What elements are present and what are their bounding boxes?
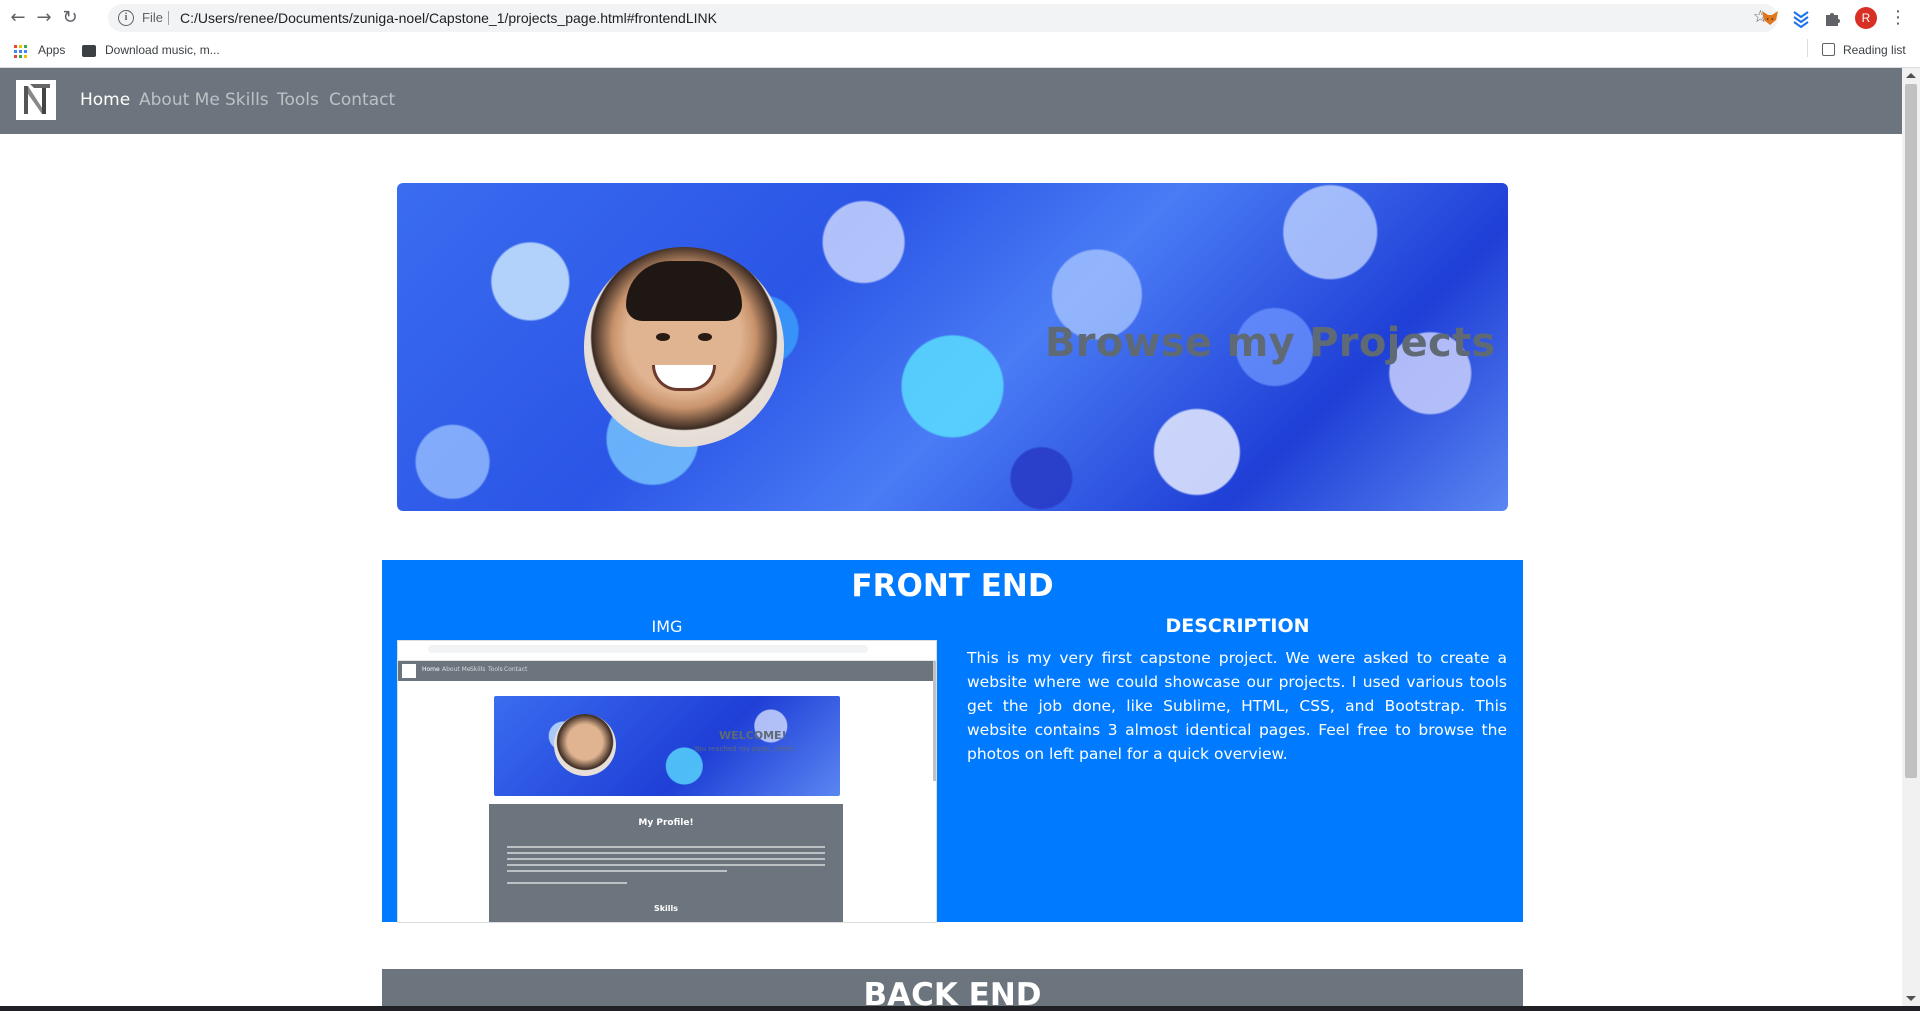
thumbnail-skills-title: Skills <box>653 904 679 913</box>
n-logo-icon <box>24 84 50 114</box>
project-description: This is my very first capstone project. … <box>967 649 1507 763</box>
nav-link-home[interactable]: Home <box>80 90 130 110</box>
scroll-up-arrow-icon[interactable] <box>1906 73 1916 78</box>
hero-banner: Browse my Projects <box>397 183 1508 511</box>
thumbnail-avatar <box>554 714 616 776</box>
thumbnail-browser-bar <box>398 641 936 661</box>
back-arrow-icon[interactable]: ← <box>6 6 30 30</box>
forward-arrow-icon[interactable]: → <box>32 6 56 30</box>
puzzle-extensions-icon[interactable] <box>1822 8 1842 28</box>
thumbnail-scrollbar <box>933 661 936 781</box>
nav-link-about[interactable]: About Me <box>139 90 220 110</box>
front-end-section: FRONT END IMG DESCRIPTION This is my ver… <box>382 560 1523 923</box>
hero-title: Browse my Projects <box>1045 320 1496 366</box>
reload-icon[interactable]: ↻ <box>58 6 82 30</box>
fox-extension-icon[interactable] <box>1760 8 1780 28</box>
img-column-label: IMG <box>651 617 683 636</box>
thumbnail-nav-tools: Tools <box>488 666 503 673</box>
thumbnail-profile-card: My Profile! Skills <box>489 804 843 922</box>
omnibox-divider <box>168 11 169 25</box>
scrollbar-thumb[interactable] <box>1905 84 1917 778</box>
page-viewport: Home About Me Skills Tools Contact Brows… <box>0 68 1902 1006</box>
bookmarks-bar: Apps Download music, m... Reading list <box>0 37 1920 67</box>
page-scrollbar[interactable] <box>1902 68 1920 1006</box>
browser-menu-icon[interactable]: ⋮ <box>1886 6 1910 30</box>
apps-bookmark[interactable]: Apps <box>38 43 65 57</box>
profile-avatar[interactable]: R <box>1855 7 1877 29</box>
thumbnail-nav-skills: Skills <box>470 666 486 673</box>
taskbar-strip <box>0 1006 1920 1011</box>
url-text[interactable]: C:/Users/renee/Documents/zuniga-noel/Cap… <box>180 10 717 26</box>
nav-link-tools[interactable]: Tools <box>277 90 319 110</box>
car-bookmark-icon <box>82 45 96 57</box>
back-end-title: BACK END <box>863 977 1042 1006</box>
site-navbar: Home About Me Skills Tools Contact <box>0 68 1902 134</box>
scroll-down-arrow-icon[interactable] <box>1906 996 1916 1001</box>
reading-list-icon <box>1822 43 1835 56</box>
thumbnail-nav-home: Home <box>422 666 440 673</box>
brand-logo[interactable] <box>16 80 56 120</box>
chevron-extension-icon[interactable] <box>1791 8 1811 28</box>
scheme-label: File <box>142 10 163 25</box>
thumbnail-nav-about: About Me <box>442 666 471 673</box>
reading-list-button[interactable]: Reading list <box>1843 43 1906 57</box>
info-icon[interactable]: i <box>118 10 134 26</box>
browser-toolbar: ← → ↻ i File C:/Users/renee/Documents/zu… <box>0 0 1920 68</box>
thumbnail-navbar: Home About Me Skills Tools Contact <box>398 661 936 681</box>
description-heading: DESCRIPTION <box>1165 615 1310 637</box>
address-bar[interactable]: i File C:/Users/renee/Documents/zuniga-n… <box>108 4 1778 32</box>
profile-photo <box>584 247 784 447</box>
thumbnail-nav-contact: Contact <box>504 666 528 673</box>
thumbnail-welcome: WELCOME! <box>719 729 787 742</box>
front-end-title: FRONT END <box>851 568 1054 604</box>
nav-link-contact[interactable]: Contact <box>329 90 395 110</box>
download-music-bookmark[interactable]: Download music, m... <box>105 43 220 57</box>
apps-grid-icon[interactable] <box>14 45 28 59</box>
project-screenshot[interactable]: Home About Me Skills Tools Contact WELCO… <box>397 640 937 923</box>
bookmarks-divider <box>1807 39 1808 57</box>
nav-link-skills[interactable]: Skills <box>225 90 269 110</box>
back-end-section: BACK END <box>382 969 1523 1006</box>
thumbnail-profile-title: My Profile! <box>638 818 694 828</box>
thumbnail-welcome-sub: You reached my page, check <box>694 745 795 753</box>
thumbnail-hero: WELCOME! You reached my page, check <box>494 696 840 796</box>
